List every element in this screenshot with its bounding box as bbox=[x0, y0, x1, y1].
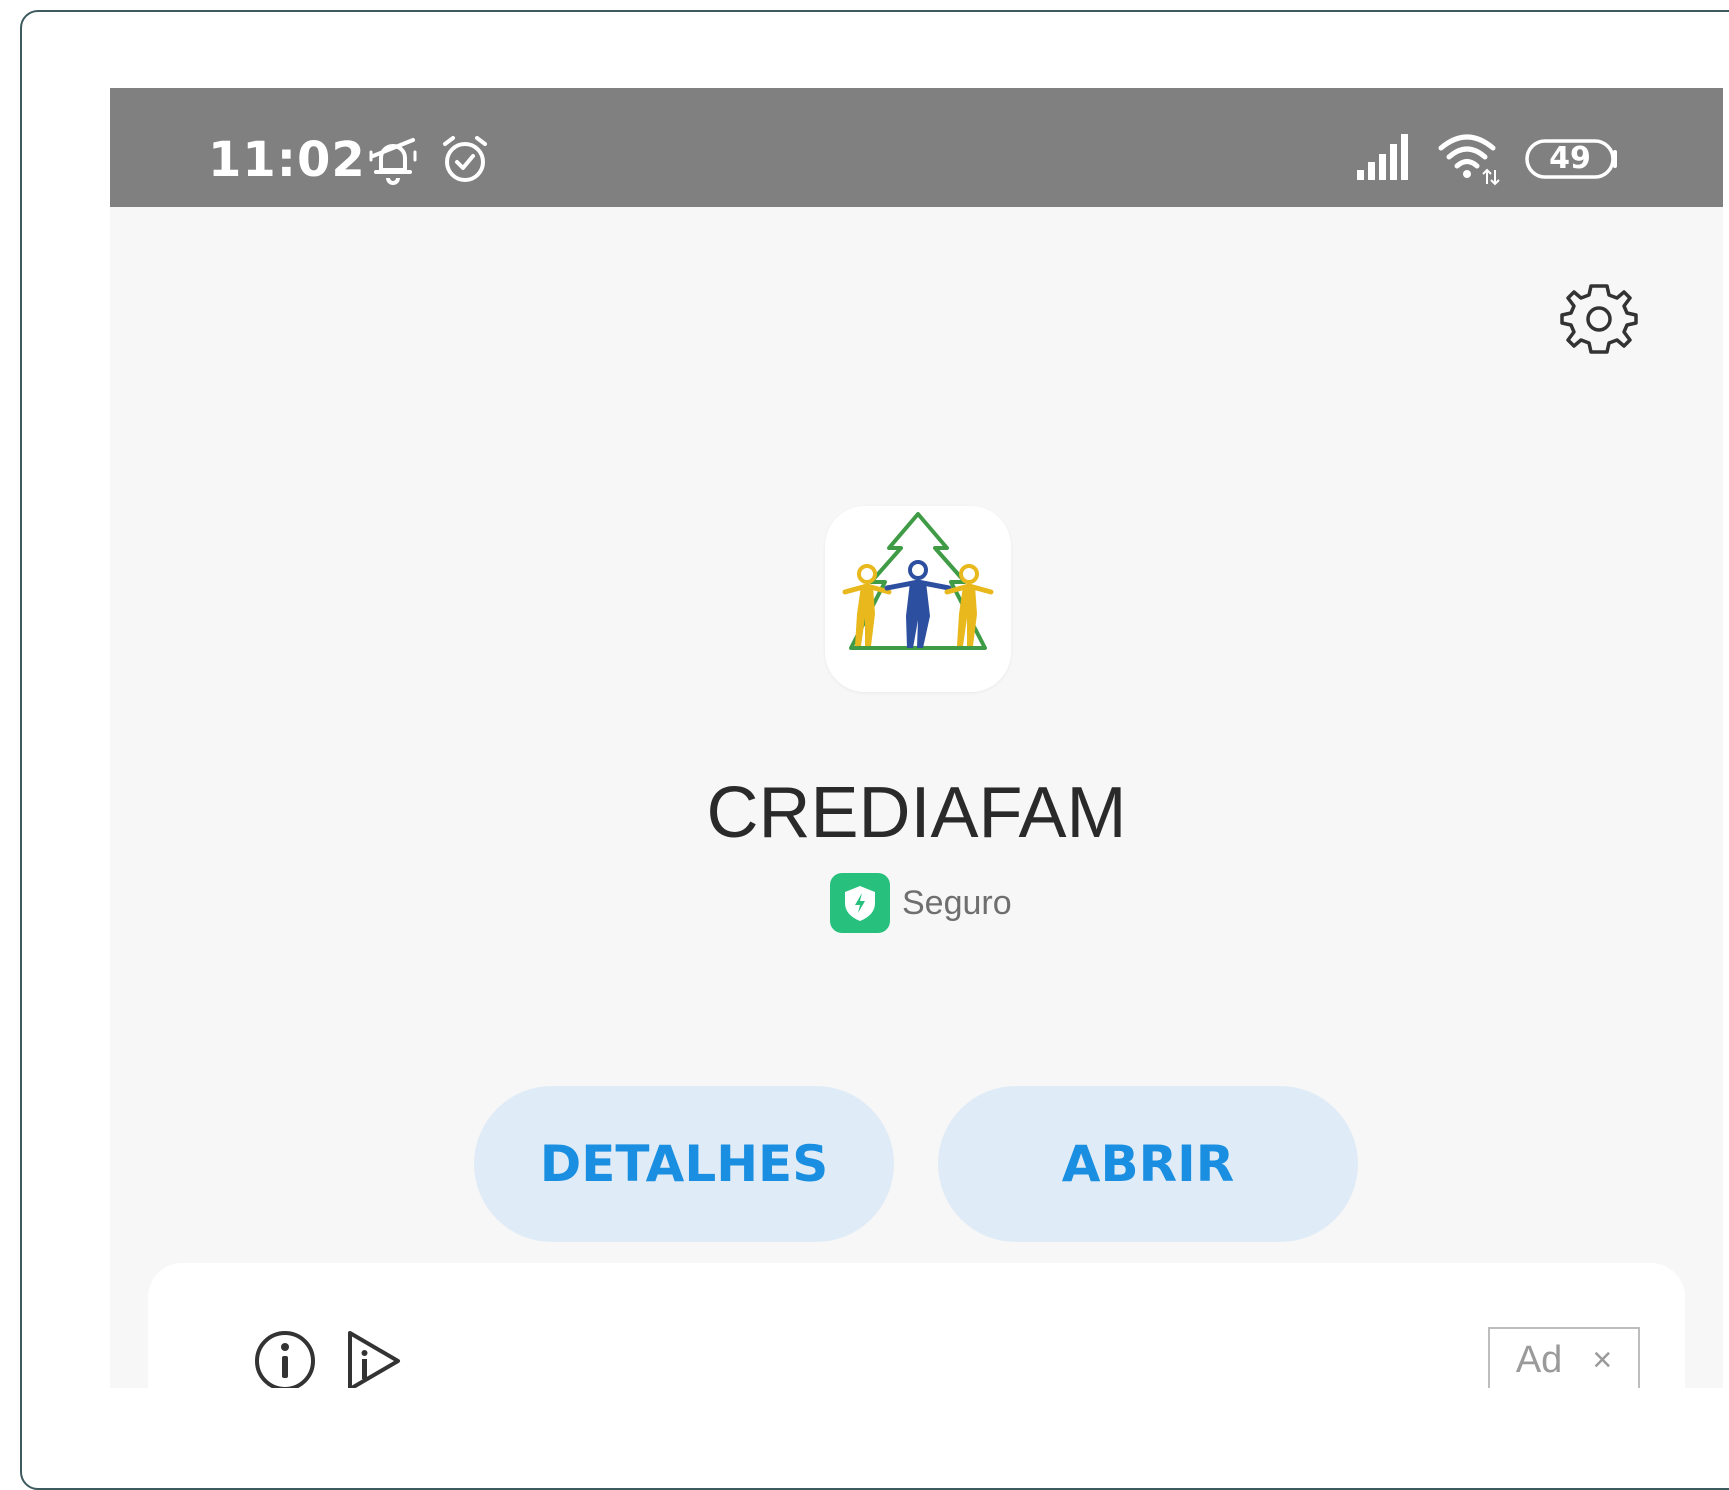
details-button[interactable]: DETALHES bbox=[474, 1086, 894, 1242]
info-icon[interactable] bbox=[253, 1329, 317, 1388]
ad-close-button[interactable]: Ad × bbox=[1488, 1327, 1640, 1388]
battery-icon: 49 bbox=[1525, 138, 1621, 180]
close-icon: × bbox=[1592, 1340, 1613, 1379]
battery-level: 49 bbox=[1549, 141, 1591, 176]
status-time: 11:02 bbox=[208, 132, 366, 188]
open-button[interactable]: ABRIR bbox=[938, 1086, 1358, 1242]
app-icon bbox=[825, 506, 1011, 692]
gear-icon bbox=[1560, 284, 1638, 354]
shield-icon bbox=[845, 886, 875, 921]
signal-icon bbox=[1357, 134, 1408, 180]
safety-badge bbox=[830, 873, 890, 933]
safety-indicator: Seguro bbox=[830, 871, 1012, 935]
safety-label: Seguro bbox=[902, 883, 1012, 922]
ad-label: Ad bbox=[1515, 1338, 1563, 1381]
alarm-icon bbox=[443, 136, 487, 182]
app-name: CREDIAFAM bbox=[706, 773, 1127, 853]
adchoices-icon[interactable] bbox=[344, 1329, 404, 1388]
wifi-icon bbox=[1438, 134, 1500, 186]
phone-screen: 11:02 49 CREDIAFAM Seguro DETALHES ABRIR… bbox=[110, 88, 1723, 1388]
settings-button[interactable] bbox=[1560, 280, 1638, 358]
ad-card: Ad × bbox=[148, 1263, 1685, 1388]
window-frame: 11:02 49 CREDIAFAM Seguro DETALHES ABRIR… bbox=[20, 10, 1729, 1490]
notifications-muted-icon bbox=[369, 138, 417, 185]
status-bar: 11:02 49 bbox=[110, 88, 1723, 207]
app-logo bbox=[842, 512, 994, 650]
